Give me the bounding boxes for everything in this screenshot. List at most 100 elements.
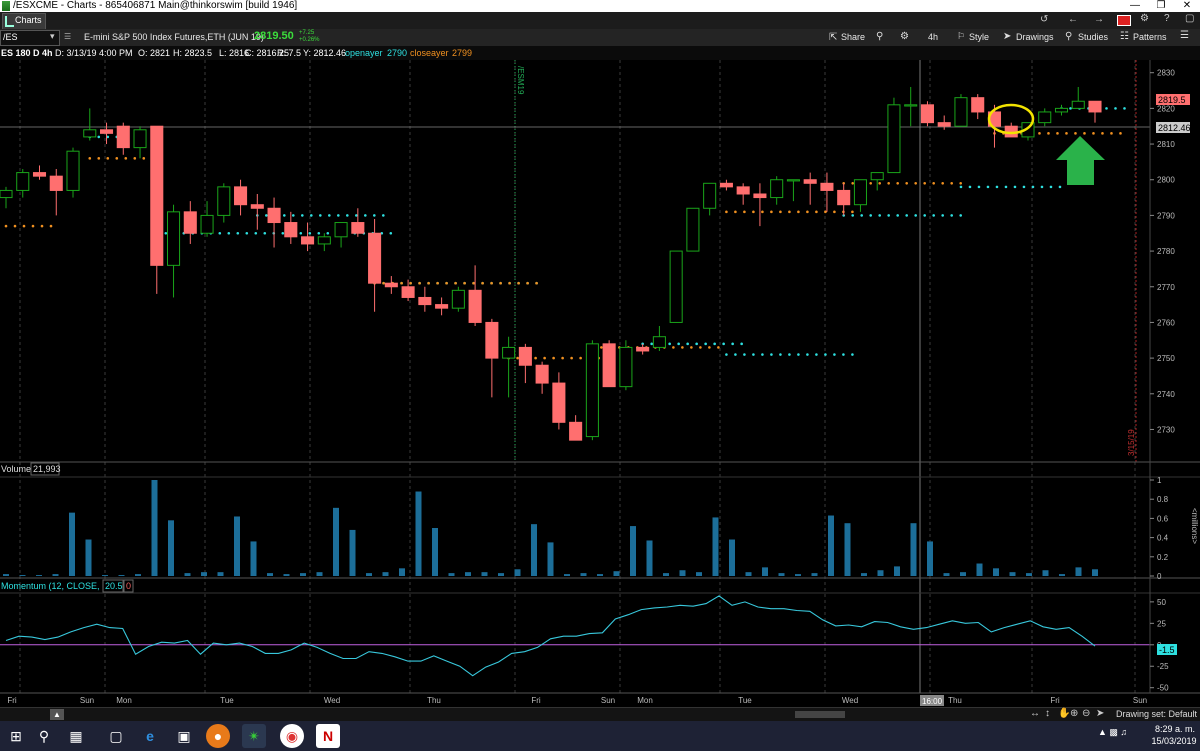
closeayer-dot bbox=[743, 210, 746, 214]
share-button[interactable]: Share bbox=[841, 31, 865, 44]
volume-bar bbox=[663, 573, 669, 576]
openayer-dot bbox=[355, 214, 358, 217]
volume-bar bbox=[943, 573, 950, 576]
openayer-dot bbox=[373, 214, 376, 217]
candle bbox=[669, 250, 683, 323]
closeayer-dot bbox=[49, 224, 53, 228]
volume-bar bbox=[1092, 569, 1098, 576]
closeayer-dot bbox=[526, 281, 529, 285]
chart-canvas[interactable]: Volume 21,993 Momentum (12, CLOSE, no) 2… bbox=[0, 60, 1200, 707]
minimize-button[interactable]: — bbox=[1122, 0, 1148, 12]
timeframe-button[interactable]: 4h bbox=[928, 31, 938, 44]
volume-bar bbox=[85, 539, 92, 576]
bar-high: H: 2823.5 bbox=[173, 48, 213, 58]
pan-left-icon[interactable]: ↔ bbox=[1030, 708, 1040, 719]
closeayer-dot bbox=[690, 346, 693, 349]
alert-icon[interactable] bbox=[1117, 15, 1131, 26]
zoom-in-icon[interactable]: ⊕ bbox=[1070, 708, 1078, 719]
volume-bar bbox=[250, 541, 257, 576]
tab-charts[interactable]: Charts bbox=[2, 13, 46, 30]
openayer-dot bbox=[308, 231, 312, 235]
openayer-dot bbox=[218, 231, 222, 235]
openayer-dot bbox=[1058, 185, 1062, 189]
openayer-dot bbox=[1114, 107, 1117, 110]
price-axis-tick: 2820 bbox=[1157, 104, 1175, 113]
back-arrow-icon[interactable]: ← bbox=[1068, 14, 1078, 25]
zoom-out-icon[interactable]: ⊖ bbox=[1082, 708, 1090, 719]
volume-axis-tick: 0 bbox=[1157, 572, 1162, 581]
openayer-dot bbox=[1123, 107, 1126, 110]
windows-start-icon[interactable]: ⊞ bbox=[4, 724, 28, 748]
help-icon[interactable]: ? bbox=[1164, 13, 1170, 24]
openayer-dot bbox=[1013, 185, 1017, 189]
app-icon-n[interactable]: N bbox=[316, 724, 340, 748]
price-axis-tick: 2830 bbox=[1157, 69, 1175, 78]
pan-right-icon[interactable]: ↕ bbox=[1045, 708, 1050, 719]
momentum-axis-tick: -25 bbox=[1157, 662, 1169, 671]
openayer-label: openayer bbox=[345, 48, 383, 58]
price-axis-tick: 2740 bbox=[1157, 390, 1175, 399]
volume-axis-tick: 0.8 bbox=[1157, 495, 1169, 504]
system-tray-icons[interactable]: ▲ ▩ ♫ bbox=[1098, 727, 1127, 738]
forward-arrow-icon[interactable]: → bbox=[1094, 14, 1104, 25]
closeayer-dot bbox=[600, 346, 603, 349]
volume-bar bbox=[448, 573, 455, 576]
candle bbox=[954, 94, 968, 127]
close-button[interactable]: ✕ bbox=[1174, 0, 1200, 12]
cursor-icon[interactable]: ➤ bbox=[1096, 708, 1104, 719]
price-axis-tick: 2730 bbox=[1157, 425, 1175, 434]
gear-icon[interactable]: ⚙ bbox=[900, 31, 909, 42]
openayer-dot bbox=[337, 214, 340, 217]
momentum-badge: -1.5 bbox=[1159, 645, 1175, 655]
search-icon[interactable]: ⚲ bbox=[32, 724, 56, 748]
horizontal-scrollbar[interactable] bbox=[795, 711, 845, 718]
closeayer-dot bbox=[734, 210, 737, 214]
thinkorswim-icon[interactable]: ✴ bbox=[242, 724, 266, 748]
volume-bar bbox=[712, 517, 719, 576]
candle bbox=[619, 340, 633, 391]
closeayer-dot bbox=[543, 356, 546, 360]
patterns-button[interactable]: Patterns bbox=[1133, 31, 1167, 44]
symbol-menu-icon[interactable]: ☰ bbox=[64, 32, 71, 41]
closeayer-dot bbox=[851, 181, 854, 185]
closeayer-dot bbox=[445, 281, 448, 285]
openayer-dot bbox=[686, 342, 689, 346]
media-player-icon[interactable]: ● bbox=[206, 724, 230, 748]
closeayer-dot bbox=[896, 181, 899, 185]
x-axis-label: Wed bbox=[842, 696, 858, 705]
undo-icon[interactable]: ↺ bbox=[1040, 14, 1048, 25]
closeayer-dot bbox=[725, 210, 728, 214]
menu-icon[interactable]: ☰ bbox=[1180, 30, 1189, 41]
hand-icon[interactable]: ✋ bbox=[1058, 708, 1070, 719]
candle bbox=[66, 147, 80, 198]
store-icon[interactable]: ▣ bbox=[172, 724, 196, 748]
maximize-button[interactable]: ❐ bbox=[1148, 0, 1174, 12]
volume-bar bbox=[844, 523, 851, 576]
closeayer-label: closeayer bbox=[410, 48, 449, 58]
closeayer-dot bbox=[535, 281, 538, 285]
file-explorer-icon[interactable]: ▢ bbox=[104, 724, 128, 748]
settings-gear-icon[interactable]: ⚙ bbox=[1140, 13, 1149, 24]
edge-browser-icon[interactable]: e bbox=[138, 724, 162, 748]
drawings-button[interactable]: Drawings bbox=[1016, 31, 1054, 44]
openayer-dot bbox=[1022, 185, 1026, 189]
chrome-icon[interactable]: ◉ bbox=[280, 724, 304, 748]
aggregation-label: ES 180 D 4h bbox=[1, 48, 53, 58]
style-button[interactable]: Style bbox=[969, 31, 989, 44]
volume-bar bbox=[316, 572, 323, 576]
momentum-axis-tick: -50 bbox=[1157, 684, 1169, 693]
symbol-input[interactable]: /ES ▾ bbox=[0, 30, 60, 46]
closeayer-dot bbox=[400, 281, 403, 285]
closeayer-dot bbox=[779, 210, 782, 214]
detach-icon[interactable]: ▢ bbox=[1185, 13, 1194, 24]
expand-icon[interactable]: ▲ bbox=[50, 709, 64, 720]
task-view-icon[interactable]: ▦ bbox=[64, 724, 88, 748]
studies-button[interactable]: Studies bbox=[1078, 31, 1108, 44]
volume-bar bbox=[481, 572, 488, 576]
flask-icon[interactable]: ⚲ bbox=[876, 31, 883, 42]
x-axis-label: Mon bbox=[116, 696, 132, 705]
charts-icon bbox=[5, 16, 14, 27]
drawing-set-label[interactable]: Drawing set: Default bbox=[1116, 709, 1197, 719]
volume-bar bbox=[217, 572, 224, 576]
volume-bar bbox=[333, 507, 339, 576]
